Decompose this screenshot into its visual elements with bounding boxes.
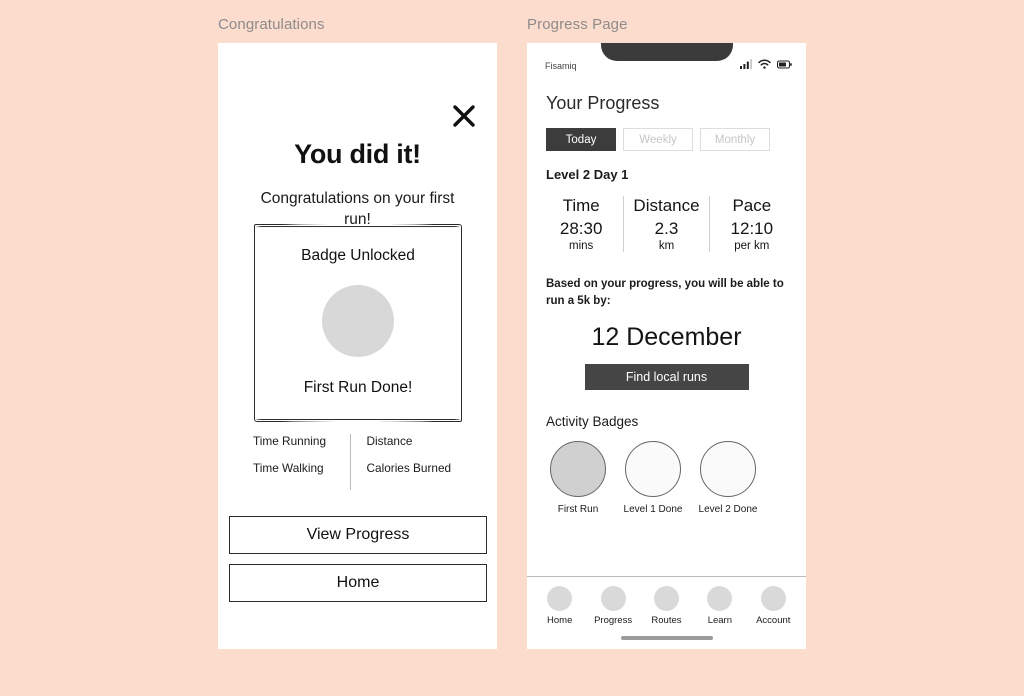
- nav-item-routes-label: Routes: [651, 615, 682, 626]
- progress-page-title: Your Progress: [546, 93, 660, 113]
- stat-time-walking: Time Walking: [253, 461, 324, 475]
- tab-monthly[interactable]: Monthly: [700, 128, 770, 151]
- stat-calories-burned: Calories Burned: [366, 461, 452, 475]
- nav-item-progress[interactable]: Progress: [588, 586, 638, 626]
- account-icon: [760, 586, 786, 611]
- stat-distance: Distance: [366, 434, 413, 448]
- view-progress-button[interactable]: View Progress: [229, 516, 487, 554]
- progress-page-phone: Fisamiq Your Progress Today Weekly Month…: [527, 43, 806, 649]
- tab-today[interactable]: Today: [546, 128, 616, 151]
- status-bar: Fisamiq: [527, 43, 806, 79]
- nav-item-learn[interactable]: Learn: [695, 586, 745, 626]
- phone-notch: [600, 43, 733, 61]
- nav-item-account[interactable]: Account: [748, 586, 798, 626]
- badge-circle-icon: [322, 285, 394, 357]
- badge-card-caption: First Run Done!: [303, 379, 413, 396]
- activity-badges-title: Activity Badges: [546, 414, 639, 430]
- badge-level-1-done-icon: [625, 441, 681, 498]
- metrics-row: Time 28:30 mins Distance 2.3 km Pace 12:…: [539, 196, 794, 252]
- metric-pace-value: 12:10: [730, 219, 774, 238]
- badge-first-run-label: First Run: [557, 504, 599, 516]
- forecast-description: Based on your progress, you will be able…: [546, 278, 784, 307]
- forecast-date: 12 December: [591, 323, 742, 352]
- stat-time-running: Time Running: [253, 434, 326, 448]
- nav-items: Home Progress Routes Learn Account: [527, 577, 806, 626]
- battery-icon: [777, 60, 792, 69]
- badge-card-title: Badge Unlocked: [301, 247, 415, 264]
- badge-level-1-done[interactable]: Level 1 Done: [621, 441, 685, 515]
- metric-time-value: 28:30: [559, 219, 603, 238]
- nav-item-account-label: Account: [756, 615, 791, 626]
- find-local-runs-button[interactable]: Find local runs: [584, 364, 749, 391]
- page-title: You did it!: [294, 139, 421, 169]
- nav-item-learn-label: Learn: [707, 615, 733, 626]
- badge-level-2-done-label: Level 2 Done: [698, 504, 758, 516]
- metric-time-unit: mins: [569, 240, 594, 252]
- learn-icon: [707, 586, 733, 611]
- metric-time: Time 28:30 mins: [539, 196, 623, 252]
- right-panel-caption: Progress Page: [527, 16, 628, 33]
- carrier-label: Fisamiq: [545, 61, 577, 71]
- left-panel-caption: Congratulations: [218, 16, 325, 33]
- progress-icon: [600, 586, 626, 611]
- metric-distance-value: 2.3: [654, 219, 679, 238]
- metric-distance-unit: km: [658, 240, 675, 252]
- badge-level-2-done-icon: [700, 441, 756, 498]
- routes-icon: [653, 586, 679, 611]
- period-tabs: Today Weekly Monthly: [546, 128, 806, 151]
- run-stats-summary: Time Running Time Walking Distance Calor…: [253, 434, 463, 490]
- badge-unlocked-card: Badge Unlocked First Run Done!: [254, 224, 462, 422]
- nav-item-progress-label: Progress: [594, 615, 633, 626]
- bottom-navigation: Home Progress Routes Learn Account: [527, 576, 806, 649]
- badge-level-1-done-label: Level 1 Done: [623, 504, 683, 516]
- metric-pace: Pace 12:10 per km: [708, 196, 794, 252]
- status-icons: [740, 59, 792, 69]
- badge-first-run-icon: [550, 441, 606, 498]
- metric-distance: Distance 2.3 km: [623, 196, 708, 252]
- home-icon: [547, 586, 573, 611]
- wifi-icon: [758, 59, 771, 69]
- nav-item-routes[interactable]: Routes: [641, 586, 691, 626]
- home-indicator[interactable]: [620, 636, 713, 640]
- home-button[interactable]: Home: [229, 564, 487, 602]
- nav-item-home-label: Home: [547, 615, 573, 626]
- activity-badges-row: First Run Level 1 Done Level 2 Done: [546, 441, 806, 515]
- level-day-label: Level 2 Day 1: [546, 167, 629, 182]
- badge-level-2-done[interactable]: Level 2 Done: [696, 441, 760, 515]
- badge-first-run[interactable]: First Run: [546, 441, 610, 515]
- metric-pace-label: Pace: [732, 196, 772, 215]
- stats-column-left: Time Running Time Walking: [253, 434, 350, 490]
- metric-time-label: Time: [562, 196, 600, 215]
- close-icon[interactable]: [451, 103, 477, 129]
- metric-pace-unit: per km: [734, 240, 770, 252]
- metric-distance-label: Distance: [633, 196, 700, 215]
- nav-item-home[interactable]: Home: [535, 586, 585, 626]
- tab-weekly[interactable]: Weekly: [623, 128, 693, 151]
- stats-column-right: Distance Calories Burned: [349, 434, 464, 490]
- signal-icon: [740, 59, 752, 69]
